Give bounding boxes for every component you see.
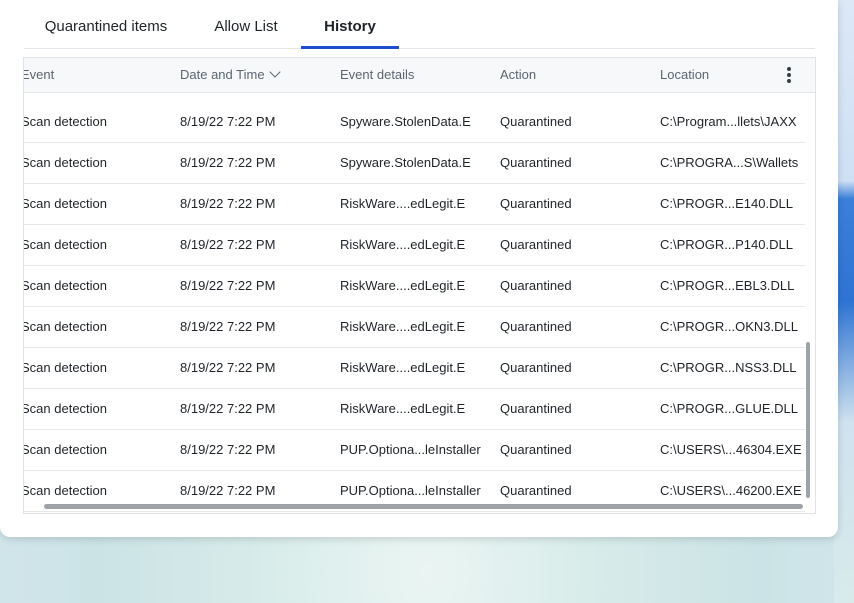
location-cell: C:\Program...llets\JAXX xyxy=(660,114,797,129)
location-cell: C:\PROGR...OKN3.DLL xyxy=(660,319,798,334)
table-header: Event Date and Time Event details Action… xyxy=(24,58,815,93)
tab-history[interactable]: History xyxy=(301,0,399,49)
table-row[interactable]: Scan detection 8/19/22 7:22 PM RiskWare.… xyxy=(24,266,805,307)
event-cell: Scan detection xyxy=(23,114,108,129)
location-cell: C:\PROGR...NSS3.DLL xyxy=(660,360,797,375)
table-row[interactable]: Scan detection 8/19/22 7:22 PM RiskWare.… xyxy=(24,184,805,225)
details-cell: Spyware.StolenData.E xyxy=(340,155,471,170)
datetime-cell: 8/19/22 7:22 PM xyxy=(180,401,276,416)
datetime-cell: 8/19/22 7:22 PM xyxy=(180,114,276,129)
event-cell: Scan detection xyxy=(23,401,108,416)
datetime-cell: 8/19/22 7:22 PM xyxy=(180,196,276,211)
event-cell: Scan detection xyxy=(23,319,108,334)
location-cell: C:\USERS\...46304.EXE xyxy=(660,442,802,457)
action-cell: Quarantined xyxy=(500,155,572,170)
table-row[interactable]: Scan detection 8/19/22 7:22 PM PUP.Optio… xyxy=(24,430,805,471)
active-tab-indicator xyxy=(301,46,399,49)
action-cell: Quarantined xyxy=(500,401,572,416)
details-cell: RiskWare....edLegit.E xyxy=(340,319,466,334)
datetime-cell: 8/19/22 7:22 PM xyxy=(180,442,276,457)
vertical-scrollbar[interactable] xyxy=(806,342,810,498)
details-cell: RiskWare....edLegit.E xyxy=(340,237,466,252)
event-cell: Scan detection xyxy=(23,360,108,375)
table-row[interactable]: Scan detection 8/19/22 7:22 PM Spyware.S… xyxy=(24,143,805,184)
details-cell: RiskWare....edLegit.E xyxy=(340,401,466,416)
datetime-cell: 8/19/22 7:22 PM xyxy=(180,360,276,375)
action-cell: Quarantined xyxy=(500,319,572,334)
event-cell: Scan detection xyxy=(23,237,108,252)
tab-quarantined-items[interactable]: Quarantined items xyxy=(24,0,188,48)
details-cell: RiskWare....edLegit.E xyxy=(340,196,466,211)
location-cell: C:\PROGRA...S\Wallets xyxy=(660,155,799,170)
tab-label: Quarantined items xyxy=(44,18,168,35)
column-header-date-time[interactable]: Date and Time xyxy=(180,58,281,92)
table-body: Scan detection 8/19/22 7:22 PM Spyware.S… xyxy=(24,102,805,512)
tab-bar: Quarantined items Allow List History xyxy=(24,0,815,49)
action-cell: Quarantined xyxy=(500,442,572,457)
event-cell: Scan detection xyxy=(23,278,108,293)
table-row[interactable]: Scan detection 8/19/22 7:22 PM Spyware.S… xyxy=(24,102,805,143)
action-cell: Quarantined xyxy=(500,237,572,252)
action-cell: Quarantined xyxy=(500,196,572,211)
table-row[interactable]: Scan detection 8/19/22 7:22 PM RiskWare.… xyxy=(24,225,805,266)
details-cell: Spyware.StolenData.E xyxy=(340,114,471,129)
event-cell: Scan detection xyxy=(23,155,108,170)
action-cell: Quarantined xyxy=(500,278,572,293)
details-cell: RiskWare....edLegit.E xyxy=(340,278,466,293)
details-cell: PUP.Optiona...leInstaller xyxy=(340,442,481,457)
column-header-event[interactable]: Event xyxy=(24,58,54,92)
datetime-cell: 8/19/22 7:22 PM xyxy=(180,319,276,334)
column-header-action[interactable]: Action xyxy=(500,58,536,92)
table-row[interactable]: Scan detection 8/19/22 7:22 PM RiskWare.… xyxy=(24,348,805,389)
location-cell: C:\PROGR...GLUE.DLL xyxy=(660,401,798,416)
location-cell: C:\PROGR...P140.DLL xyxy=(660,237,793,252)
table-row[interactable]: Scan detection 8/19/22 7:22 PM RiskWare.… xyxy=(24,307,805,348)
tab-allow-list[interactable]: Allow List xyxy=(192,0,300,48)
action-cell: Quarantined xyxy=(500,114,572,129)
event-cell: Scan detection xyxy=(23,196,108,211)
column-header-location[interactable]: Location xyxy=(660,58,709,92)
datetime-cell: 8/19/22 7:22 PM xyxy=(180,155,276,170)
chevron-down-icon xyxy=(268,66,281,78)
action-cell: Quarantined xyxy=(500,360,572,375)
history-table: Event Date and Time Event details Action… xyxy=(23,57,816,514)
location-cell: C:\PROGR...EBL3.DLL xyxy=(660,278,795,293)
horizontal-scrollbar[interactable] xyxy=(44,504,803,509)
event-cell: Scan detection xyxy=(23,442,108,457)
datetime-cell: 8/19/22 7:22 PM xyxy=(180,237,276,252)
table-row[interactable]: Scan detection 8/19/22 7:22 PM RiskWare.… xyxy=(24,389,805,430)
location-cell: C:\PROGR...E140.DLL xyxy=(660,196,793,211)
history-panel: Quarantined items Allow List History Eve… xyxy=(0,0,838,537)
details-cell: RiskWare....edLegit.E xyxy=(340,360,466,375)
column-header-event-details[interactable]: Event details xyxy=(340,58,414,92)
tab-label: Allow List xyxy=(214,18,278,35)
datetime-cell: 8/19/22 7:22 PM xyxy=(180,278,276,293)
tab-label: History xyxy=(324,18,376,35)
more-vertical-icon[interactable] xyxy=(784,65,794,85)
